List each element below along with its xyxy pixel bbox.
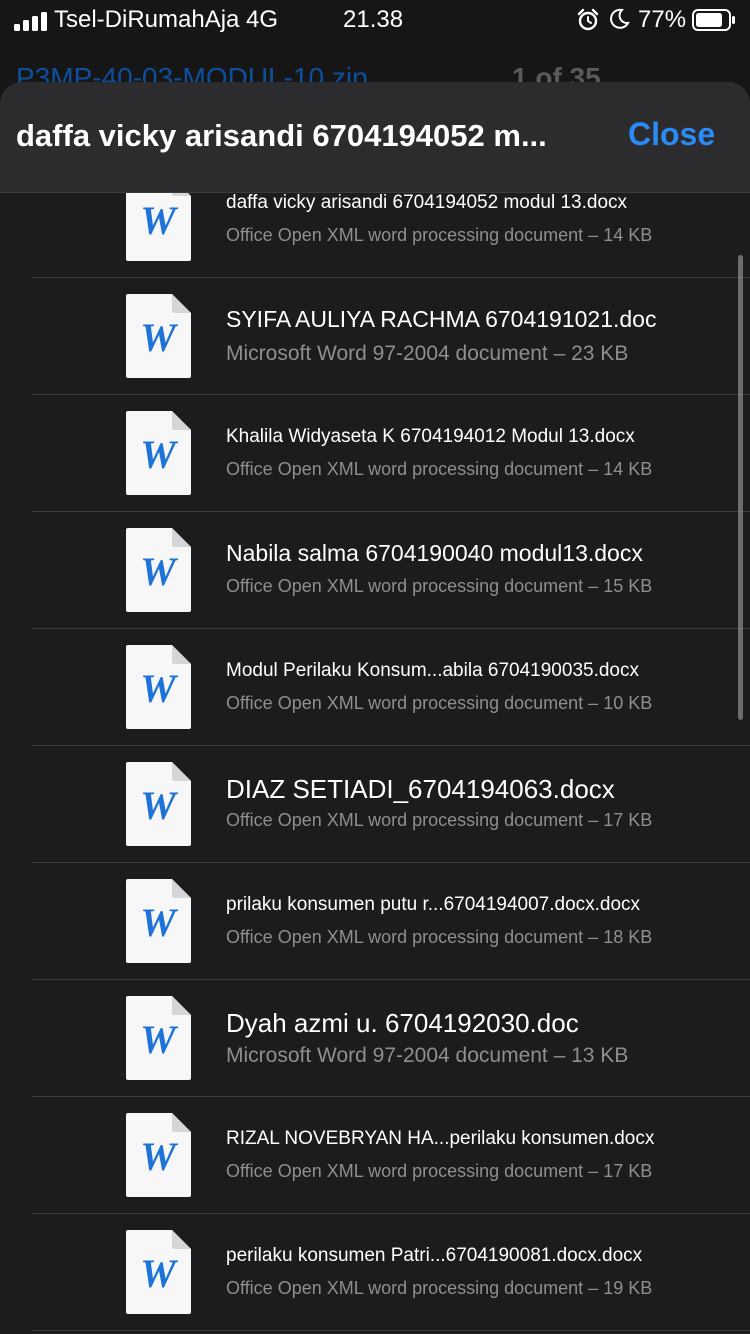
moon-icon [610,8,630,29]
file-meta: Microsoft Word 97-2004 document – 23 KB [226,342,629,365]
svg-text:W: W [140,549,178,594]
file-name: daffa vicky arisandi 6704194052 modul 13… [226,193,628,213]
file-meta: Office Open XML word processing document… [226,225,653,245]
word-document-icon: W [126,1230,191,1314]
word-document-icon: W [126,879,191,963]
battery-percent: 77% [638,6,687,33]
file-meta: Microsoft Word 97-2004 document – 13 KB [226,1044,629,1067]
file-row[interactable]: W Modul Perilaku Konsum...abila 670419003… [0,629,750,746]
row-divider [32,1330,750,1331]
file-name: RIZAL NOVEBRYAN HA...perilaku konsumen.d… [226,1128,655,1149]
file-meta: Office Open XML word processing document… [226,576,653,596]
file-row[interactable]: W Dyah azmi u. 6704192030.doc Microsoft Wo… [0,980,750,1097]
carrier-label: Tsel-DiRumahAja 4G [54,6,279,33]
file-name: Khalila Widyaseta K 6704194012 Modul 13.… [226,426,635,447]
file-row[interactable]: W SYIFA AULIYA RACHMA 6704191021.doc Micro… [0,278,750,395]
svg-text:W: W [140,900,178,945]
alarm-icon [577,8,599,31]
status-bar: Tsel-DiRumahAja 4G 21.38 77% [0,0,750,40]
signal-icon [14,11,48,31]
svg-text:W: W [140,198,178,243]
file-meta: Office Open XML word processing document… [226,693,653,713]
file-name: perilaku konsumen Patri...6704190081.doc… [226,1245,643,1266]
svg-text:W: W [140,1017,178,1062]
file-name: Modul Perilaku Konsum...abila 6704190035… [226,660,639,681]
file-name: Nabila salma 6704190040 modul13.docx [226,540,643,566]
file-row[interactable]: W Khalila Widyaseta K 6704194012 Modul 13… [0,395,750,512]
word-document-icon: W [126,294,191,378]
file-row[interactable]: W DIAZ SETIADI_6704194063.docx Office Open… [0,746,750,863]
file-row[interactable]: W RIZAL NOVEBRYAN HA...perilaku konsumen.… [0,1097,750,1214]
file-row[interactable]: W Nabila salma 6704190040 modul13.docx Off… [0,512,750,629]
file-row[interactable]: Wperilaku konsumen Patri...6704190081.do… [0,1214,750,1331]
file-meta: Office Open XML word processing document… [226,927,653,947]
file-list[interactable]: Wdaffa vicky arisandi 6704194052 modul 1… [0,193,750,1334]
file-meta: Office Open XML word processing document… [226,1161,653,1181]
close-button[interactable]: Close [628,116,715,153]
word-document-icon: W [126,1113,191,1197]
file-name: DIAZ SETIADI_6704194063.docx [226,774,615,804]
file-name: Dyah azmi u. 6704192030.doc [226,1008,579,1038]
sheet-title: daffa vicky arisandi 6704194052 m... [16,118,547,153]
file-meta: Office Open XML word processing document… [226,1278,653,1298]
word-document-icon: W [126,411,191,495]
sheet-header: daffa vicky arisandi 6704194052 m... Clo… [0,82,750,193]
svg-text:W: W [140,1134,178,1179]
svg-text:W: W [140,1251,178,1296]
word-document-icon: W [126,645,191,729]
file-name: prilaku konsumen putu r...6704194007.doc… [226,894,641,915]
file-name: SYIFA AULIYA RACHMA 6704191021.doc [226,306,657,332]
scroll-indicator[interactable] [738,255,743,720]
battery-icon [692,9,735,31]
svg-text:W: W [140,783,178,828]
word-document-icon: W [126,528,191,612]
file-meta: Office Open XML word processing document… [226,459,653,479]
word-document-icon: W [126,193,191,261]
status-time: 21.38 [343,6,404,33]
file-meta: Office Open XML word processing document… [226,810,653,830]
file-row[interactable]: Wdaffa vicky arisandi 6704194052 modul 1… [0,193,750,278]
svg-text:W: W [140,315,178,360]
word-document-icon: W [126,762,191,846]
svg-text:W: W [140,432,178,477]
svg-text:W: W [140,666,178,711]
word-document-icon: W [126,996,191,1080]
file-row[interactable]: Wprilaku konsumen putu r...6704194007.do… [0,863,750,980]
